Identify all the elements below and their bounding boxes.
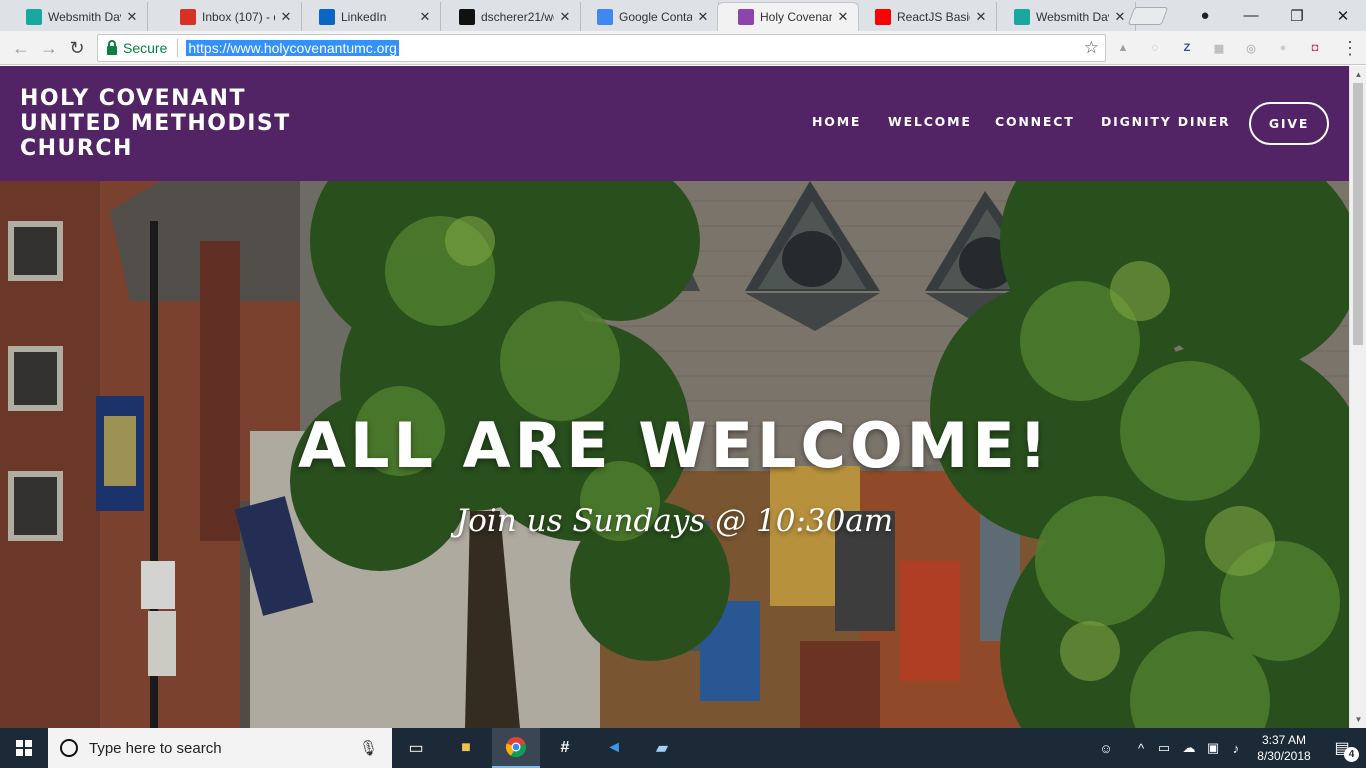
tab-title: Websmith Davi (1036, 9, 1109, 24)
tab-title: LinkedIn (341, 9, 387, 24)
browser-tab[interactable]: Inbox (107) - d ✕ (160, 2, 302, 31)
ext-swirl-icon[interactable]: ◎ (1242, 39, 1260, 57)
tab-strip: Websmith Davi ✕ Inbox (107) - d ✕ LinkedIn ✕ d… (0, 0, 1366, 31)
websmith-icon (26, 8, 42, 25)
bookmark-star-icon[interactable]: ☆ (1084, 38, 1099, 58)
drive-icon[interactable]: ▲ (1114, 39, 1132, 57)
hero-title: ALL ARE WELCOME! (297, 409, 1052, 482)
tab-close-icon[interactable]: ✕ (696, 9, 710, 25)
battery-icon[interactable]: ▭ (1154, 728, 1174, 768)
search-placeholder: Type here to search (89, 739, 222, 757)
tab-title: Google Contac (619, 9, 692, 24)
nav-connect[interactable]: CONNECT (995, 114, 1075, 129)
taskbar-search-box[interactable]: Type here to search 🎙 (48, 728, 392, 768)
ext-circle-icon[interactable]: ◌ (1146, 39, 1164, 57)
action-center-icon[interactable]: ▤ 4 (1322, 728, 1362, 768)
cortana-icon (60, 739, 78, 757)
site-name-line: CHURCH (20, 136, 133, 161)
browser-tab[interactable]: Google Contac ✕ (577, 2, 719, 31)
scroll-up-arrow-icon[interactable]: ▲ (1350, 66, 1366, 83)
site-name-line: UNITED METHODIST (20, 111, 291, 136)
tab-title: Inbox (107) - d (202, 9, 275, 24)
volume-icon[interactable]: ♪ (1226, 728, 1246, 768)
browser-tab[interactable]: LinkedIn ✕ (299, 2, 441, 31)
tab-close-icon[interactable]: ✕ (279, 9, 293, 25)
pocket-icon[interactable]: ◘ (1306, 39, 1324, 57)
vscode-icon[interactable]: ◄ (590, 728, 638, 768)
forward-arrow-icon[interactable]: → (37, 36, 61, 60)
site-header: HOLY COVENANT UNITED METHODIST CHURCH HO… (0, 66, 1349, 181)
task-view-icon[interactable]: ▭ (392, 728, 440, 768)
github-icon (459, 8, 475, 25)
ext-gear-icon[interactable]: ▦ (1210, 39, 1228, 57)
give-button[interactable]: GIVE (1249, 102, 1329, 145)
address-bar[interactable]: Secure https://www.holycovenantumc.org ☆ (97, 34, 1106, 62)
browser-toolbar: ← → ↻ Secure https://www.holycovenantumc… (0, 31, 1366, 65)
hero-subtitle: Join us Sundays @ 10:30am (455, 503, 894, 539)
scrollbar-thumb[interactable] (1353, 83, 1363, 345)
secure-label: Secure (123, 40, 168, 56)
browser-tab[interactable]: dscherer21/we ✕ (439, 2, 581, 31)
nav-home[interactable]: HOME (812, 114, 861, 129)
notepad-icon[interactable]: ▰ (638, 728, 686, 768)
window-close-button[interactable]: ✕ (1320, 0, 1366, 31)
chrome-taskbar-icon[interactable] (492, 728, 540, 768)
tab-title: Websmith Davi (48, 9, 121, 24)
reload-icon[interactable]: ↻ (65, 36, 89, 60)
start-button[interactable] (0, 728, 48, 768)
hero-banner: ALL ARE WELCOME! Join us Sundays @ 10:30… (0, 181, 1349, 728)
site-logo[interactable]: HOLY COVENANT UNITED METHODIST CHURCH (20, 86, 291, 161)
windows-taskbar: Type here to search 🎙 ▭ ■ # ◄ ▰ ☺ ^ ▭ ☁ … (0, 728, 1366, 768)
onedrive-cloud-icon[interactable]: ☁ (1178, 728, 1200, 768)
tab-title: ReactJS Basics (897, 9, 970, 24)
file-explorer-icon[interactable]: ■ (442, 728, 490, 768)
notification-count-badge: 4 (1344, 747, 1359, 762)
nav-dignity-diner[interactable]: DIGNITY DINER (1101, 114, 1230, 129)
linkedin-icon (319, 8, 335, 25)
ext-dot-icon[interactable]: ● (1274, 39, 1292, 57)
chrome-menu-icon[interactable]: ⋮ (1338, 36, 1362, 60)
page-viewport: HOLY COVENANT UNITED METHODIST CHURCH HO… (0, 66, 1349, 728)
microphone-icon[interactable]: 🎙 (359, 739, 378, 757)
church-icon (738, 9, 754, 25)
page-scrollbar[interactable]: ▲ ▼ (1349, 66, 1366, 728)
profile-icon[interactable]: ● (1182, 0, 1228, 31)
tab-close-icon[interactable]: ✕ (125, 9, 139, 25)
scroll-down-arrow-icon[interactable]: ▼ (1350, 711, 1366, 728)
google-contacts-icon (597, 8, 613, 25)
network-icon[interactable]: ▣ (1202, 728, 1224, 768)
site-name-line: HOLY COVENANT (20, 86, 246, 111)
nav-welcome[interactable]: WELCOME (888, 114, 972, 129)
lock-icon (107, 40, 117, 55)
gmail-icon (180, 8, 196, 25)
tab-title: dscherer21/we (481, 9, 554, 24)
browser-tab[interactable]: ReactJS Basics ✕ (855, 2, 997, 31)
slack-icon[interactable]: # (541, 728, 589, 768)
back-arrow-icon[interactable]: ← (9, 36, 33, 60)
browser-tab[interactable]: Holy Covenant ✕ (717, 2, 859, 31)
clock-date: 8/30/2018 (1257, 749, 1311, 763)
people-icon[interactable]: ☺ (1094, 728, 1118, 768)
maximize-button[interactable]: ❐ (1274, 0, 1320, 31)
tab-close-icon[interactable]: ✕ (1113, 9, 1127, 25)
tab-close-icon[interactable]: ✕ (418, 9, 432, 25)
windows-logo-icon (16, 740, 32, 756)
tab-title: Holy Covenant (760, 10, 832, 24)
clock-time: 3:37 AM (1261, 733, 1307, 747)
zotero-icon[interactable]: Z (1178, 39, 1196, 57)
chrome-logo-icon (505, 737, 527, 758)
tab-close-icon[interactable]: ✕ (974, 9, 988, 25)
tab-close-icon[interactable]: ✕ (558, 9, 572, 25)
tab-close-icon[interactable]: ✕ (836, 9, 850, 25)
youtube-icon (875, 8, 891, 25)
minimize-button[interactable]: — (1228, 0, 1274, 31)
new-tab-button[interactable] (1127, 7, 1169, 25)
browser-tab[interactable]: Websmith Davi ✕ (994, 2, 1136, 31)
url-text[interactable]: https://www.holycovenantumc.org (186, 40, 399, 56)
taskbar-clock[interactable]: 3:37 AM 8/30/2018 (1246, 732, 1322, 764)
websmith-icon (1014, 8, 1030, 25)
omnibox-divider (177, 39, 179, 57)
show-hidden-icons-chevron-icon[interactable]: ^ (1132, 728, 1150, 768)
browser-tab[interactable]: Websmith Davi ✕ (6, 2, 148, 31)
